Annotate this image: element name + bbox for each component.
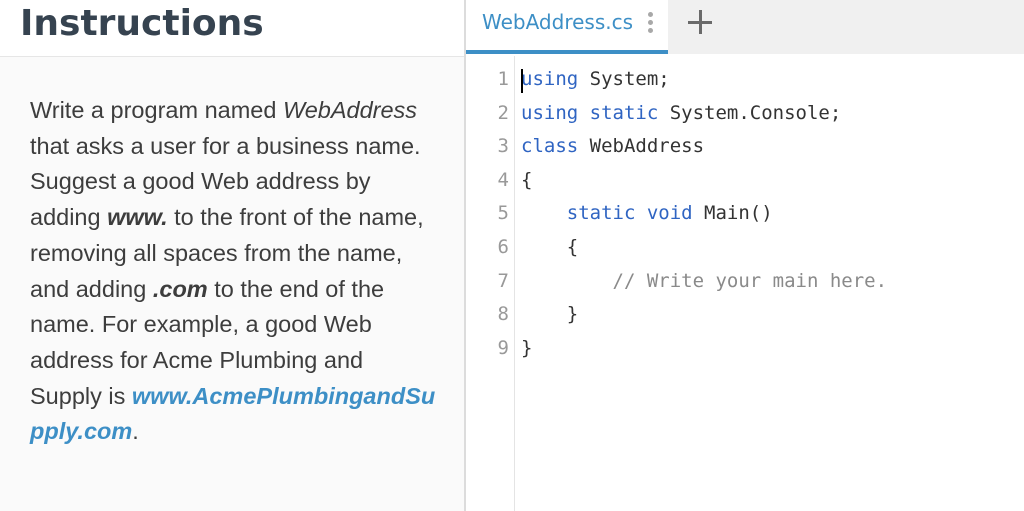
- code-line[interactable]: 5 static void Main(): [466, 197, 1024, 231]
- desc-text: .: [132, 418, 139, 445]
- line-number: 3: [497, 135, 509, 158]
- line-number: 5: [497, 202, 509, 225]
- tab-label: WebAddress.cs: [482, 10, 634, 34]
- code-text[interactable]: }: [521, 298, 578, 332]
- line-number: 2: [497, 101, 509, 124]
- add-file-plus-icon[interactable]: [684, 6, 716, 38]
- line-number: 7: [497, 269, 509, 292]
- code-text[interactable]: {: [521, 164, 532, 198]
- code-line[interactable]: 8 }: [466, 298, 1024, 332]
- code-text[interactable]: class WebAddress: [521, 130, 704, 164]
- code-text[interactable]: using System;: [521, 63, 670, 97]
- code-text[interactable]: static void Main(): [521, 197, 773, 231]
- desc-text: Write a program named: [30, 97, 283, 123]
- editor-tab-bar: WebAddress.cs: [466, 0, 1024, 54]
- code-line[interactable]: 4{: [466, 164, 1024, 198]
- program-name: WebAddress: [282, 97, 418, 123]
- line-number: 6: [497, 235, 509, 258]
- instructions-text: Write a program named WebAddress that as…: [30, 93, 440, 450]
- code-line[interactable]: 9}: [466, 332, 1024, 366]
- code-line[interactable]: 6 {: [466, 231, 1024, 265]
- code-line[interactable]: 7 // Write your main here.: [466, 265, 1024, 299]
- www-prefix: www.: [107, 204, 168, 231]
- code-text[interactable]: }: [521, 332, 532, 366]
- tab-webaddress-cs[interactable]: WebAddress.cs: [466, 0, 668, 54]
- instructions-title: Instructions: [20, 3, 264, 44]
- code-line[interactable]: 2 using static System.Console;: [466, 97, 1024, 131]
- code-text[interactable]: using static System.Console;: [521, 97, 841, 131]
- code-line[interactable]: 1 using System;: [466, 63, 1024, 97]
- text-cursor: [521, 69, 523, 93]
- code-area[interactable]: 1 using System; 2 using static System.Conso…: [466, 63, 1024, 365]
- line-number: 4: [497, 168, 509, 191]
- code-text[interactable]: // Write your main here.: [521, 265, 888, 299]
- line-number: 1: [497, 68, 509, 90]
- code-line[interactable]: 3 class WebAddress: [466, 130, 1024, 164]
- instructions-panel: Instructions Write a program named WebAd…: [0, 0, 465, 511]
- kebab-menu-icon[interactable]: [648, 12, 654, 34]
- code-text[interactable]: {: [521, 231, 578, 265]
- line-number: 8: [497, 303, 509, 326]
- line-number: 9: [497, 336, 509, 359]
- code-editor-panel: WebAddress.cs 1 using System; 2 using stati…: [466, 0, 1024, 511]
- com-suffix: .com: [152, 275, 208, 302]
